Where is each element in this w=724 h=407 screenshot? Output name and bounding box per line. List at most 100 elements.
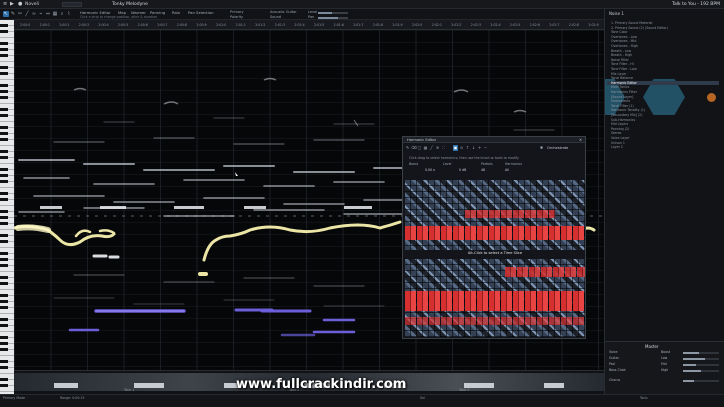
grid-tool-icon[interactable]: ▦ <box>52 11 58 17</box>
param-boost-value[interactable]: 0.00 x <box>425 168 435 172</box>
layer-list-item[interactable]: Breath - High <box>611 53 632 57</box>
layer-list-item[interactable]: Sub-Harmonics <box>611 118 635 122</box>
decor-dot-right <box>707 93 716 102</box>
toolbar-rain[interactable]: Rain <box>172 10 180 15</box>
song-title: Tonky Melodyne <box>112 2 148 7</box>
mixer-section: Master Voice Guitar Pad Bass Choir Choru… <box>605 341 724 394</box>
line-tool-icon[interactable]: ╱ <box>24 11 30 17</box>
layer-list-item[interactable]: Harmonics Filter <box>611 90 637 94</box>
timing-tool-icon[interactable]: ⇔ <box>45 11 51 17</box>
project-label[interactable]: Noveli <box>25 2 39 7</box>
mixer-slider-3[interactable] <box>683 364 719 366</box>
mixer-row-chorus[interactable]: Chorus <box>609 378 620 382</box>
layer-list-item[interactable]: Instruments <box>611 99 630 103</box>
layer-list-item[interactable]: Layer 2 <box>611 145 623 149</box>
param-level-value[interactable]: 0 dB <box>459 168 466 172</box>
layer-list-item[interactable]: [Sound Layer] <box>611 95 633 99</box>
window-title: Talk to You - 192 BPM <box>672 2 720 7</box>
harmonic-brush-icon[interactable]: ▣ <box>453 145 458 151</box>
param-harmonics-value[interactable]: All <box>505 168 509 172</box>
mixer-row-pad[interactable]: Pad <box>609 362 615 366</box>
amplitude-tool-icon[interactable]: ≈ <box>31 11 37 17</box>
layer-list-item[interactable]: Harmonic Tonality (1) <box>611 108 645 112</box>
erase-icon[interactable]: ⌫ <box>411 145 417 151</box>
layer-list-item[interactable]: Tone Filter - Hi <box>611 62 634 66</box>
title-bar: ≡ ▶ ● Noveli Tonky Melodyne Talk to You … <box>0 0 724 9</box>
layers-panel: Noise 1 1. Primary Sound Material 2. Prim… <box>604 9 724 394</box>
param-harmonics-label: Harmonics <box>505 162 522 166</box>
mixer-slider-5[interactable] <box>683 380 719 382</box>
layer-list-item[interactable]: Noise Filter <box>611 58 629 62</box>
layer-list-item[interactable]: Tone Color <box>611 30 628 34</box>
mixer-slider-1[interactable] <box>683 352 719 354</box>
grid-icon[interactable]: ▦ <box>423 145 428 151</box>
harmonic-spectrum-upper[interactable] <box>405 180 585 250</box>
pan-slider[interactable] <box>318 17 348 19</box>
orchestrate-icon[interactable]: ✱ <box>539 145 544 151</box>
layer-list-item[interactable]: Harmonic Editor <box>607 80 719 85</box>
plus-icon[interactable]: + <box>477 145 482 151</box>
harmonic-editor-window[interactable]: Harmonic Editor ✕ ✎ ⌫ ▢ ▦ ╱ ≋ ∷ ▣ ⊙ ↑ ↓ … <box>402 136 586 339</box>
param-partials-value[interactable]: 48 <box>481 168 485 172</box>
formant-tool-icon[interactable]: ⌁ <box>38 11 44 17</box>
harmonic-editor-header[interactable]: Harmonic Editor ✕ <box>403 137 585 143</box>
mixer-row-guitar[interactable]: Guitar <box>609 356 619 360</box>
status-range: Range: 0:00:15 <box>60 396 85 400</box>
layer-list-item[interactable]: Tonal Balance <box>611 76 633 80</box>
zoom-tool-icon[interactable]: ⌕ <box>59 11 65 17</box>
layer-list-item[interactable]: 1. Primary Sound Material <box>611 21 652 25</box>
select-icon[interactable]: ▢ <box>417 145 422 151</box>
layer-list-item[interactable]: Overtones - Low <box>611 35 637 39</box>
pin-icon[interactable]: ⊙ <box>459 145 464 151</box>
layer-list-item[interactable]: Panning (2) <box>611 127 629 131</box>
piano-keyboard[interactable] <box>0 20 14 394</box>
down-icon[interactable]: ↓ <box>471 145 476 151</box>
brush-icon[interactable]: ✎ <box>405 145 410 151</box>
layer-list-item[interactable]: Tone Filter - Low <box>611 67 637 71</box>
spray-icon[interactable]: ∷ <box>441 145 446 151</box>
orchestrate-button[interactable]: Orchestrate <box>547 146 568 150</box>
layer-list-item[interactable]: [Secondary Mix] (2) <box>611 113 642 117</box>
layer-list-item[interactable]: Tonal Filter (1) <box>611 104 634 108</box>
layer-list-item[interactable]: Voice Layer <box>611 136 629 140</box>
harmonic-spectrum-lower[interactable] <box>405 259 585 337</box>
mixer-slider-2[interactable] <box>683 358 719 360</box>
layer-list-item[interactable]: Breath - Low <box>611 49 631 53</box>
scale-select[interactable]: Acoustic Guitar <box>270 10 297 14</box>
harmonic-editor-title: Harmonic Editor <box>407 138 437 142</box>
mixer-row-bass-choir[interactable]: Bass Choir <box>609 368 626 372</box>
line-icon[interactable]: ╱ <box>429 145 434 151</box>
mouse-cursor-icon <box>235 172 238 176</box>
layer-list-item[interactable]: Stereo <box>611 131 621 135</box>
layer-list-item[interactable]: Overtones - High <box>611 44 638 48</box>
mixer-slider-4[interactable] <box>683 370 719 372</box>
layer-list-item[interactable]: Mid Layers <box>611 122 628 126</box>
mixer-row-voice[interactable]: Voice <box>609 350 617 354</box>
minus-icon[interactable]: − <box>483 145 488 151</box>
play-icon[interactable]: ▶ <box>10 2 15 7</box>
toolbar-hint: Click a strip to change position, pitch … <box>80 15 158 19</box>
menu-icon[interactable]: ≡ <box>3 2 8 7</box>
record-icon[interactable]: ● <box>18 2 23 7</box>
toolbar-pan-selection[interactable]: Pan Selection <box>188 10 214 15</box>
mode-select[interactable]: Primary <box>230 10 244 14</box>
status-sel: Sel <box>420 396 425 400</box>
param-level-label: Level <box>443 162 452 166</box>
harmonic-editor-hint: Click-drag to select harmonics, then use… <box>409 156 519 160</box>
level-slider[interactable] <box>318 12 348 14</box>
layer-list-item[interactable]: 2. Primary Sound (2) (Sound Editor) <box>611 26 668 30</box>
up-icon[interactable]: ↑ <box>465 145 470 151</box>
position-field[interactable] <box>62 2 82 7</box>
note-editor[interactable]: 2:00:0 2:00:1 2:00:2 2:00:3 2:00:4 2:00:5 2:00… <box>14 20 604 394</box>
scissors-icon[interactable]: ✂ <box>17 11 23 17</box>
layer-list-item[interactable]: Mix Layer <box>611 72 626 76</box>
close-icon[interactable]: ✕ <box>579 138 582 142</box>
layer-list-item[interactable]: Overtones - Mid <box>611 39 636 43</box>
layer-list-item[interactable]: Unison 1 <box>611 141 625 145</box>
brush-tool-icon[interactable]: ⌇ <box>66 11 72 17</box>
select-tool-icon[interactable]: ↖ <box>3 11 9 17</box>
toolbar: ↖ ✎ ✂ ╱ ≈ ⌁ ⇔ ▦ ⌕ ⌇ Harmonic Editor Map … <box>0 9 604 20</box>
pitch-tool-icon[interactable]: ✎ <box>10 11 16 17</box>
noise-icon[interactable]: ≋ <box>435 145 440 151</box>
layer-list-item[interactable]: Main Tonics <box>611 85 629 89</box>
